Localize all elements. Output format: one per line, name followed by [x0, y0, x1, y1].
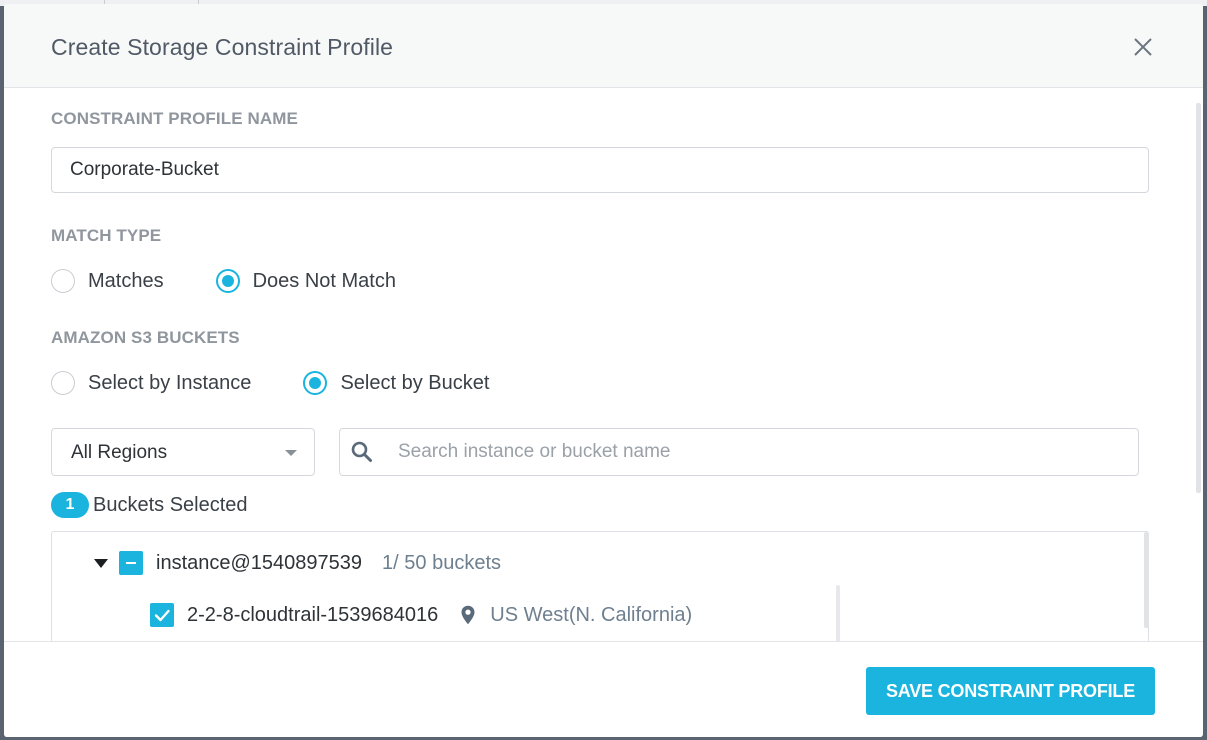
instance-bucket-count: 1/ 50 buckets — [382, 551, 501, 574]
radio-select-by-bucket[interactable]: Select by Bucket — [303, 371, 489, 395]
instance-name: instance@1540897539 — [156, 551, 363, 574]
tree-instance-row: instance@1540897539 1/ 50 buckets — [94, 550, 501, 576]
modal-footer: SAVE CONSTRAINT PROFILE — [4, 641, 1203, 737]
radio-checked-icon[interactable] — [303, 371, 328, 395]
create-profile-modal: Create Storage Constraint Profile CONSTR… — [4, 4, 1203, 737]
modal-body: CONSTRAINT PROFILE NAME MATCH TYPE Match… — [4, 88, 1203, 641]
region-dropdown[interactable]: All Regions — [51, 428, 315, 476]
checkbox-partial-icon[interactable] — [119, 551, 143, 575]
radio-select-by-instance[interactable]: Select by Instance — [51, 371, 251, 395]
selected-count-row: 1 Buckets Selected — [51, 492, 248, 518]
close-icon[interactable] — [1128, 32, 1158, 62]
inner-scrollbar[interactable] — [836, 585, 840, 641]
bucket-tree: instance@1540897539 1/ 50 buckets 2-2-8-… — [51, 531, 1149, 641]
profile-name-input[interactable] — [51, 147, 1149, 193]
bucket-region: US West(N. California) — [490, 603, 693, 626]
expand-triangle-icon[interactable] — [94, 558, 108, 568]
radio-select-by-bucket-label: Select by Bucket — [340, 371, 490, 394]
location-pin-icon — [461, 605, 475, 625]
search-box[interactable] — [339, 428, 1139, 476]
checkbox-checked-icon[interactable] — [150, 603, 174, 627]
save-constraint-profile-button[interactable]: SAVE CONSTRAINT PROFILE — [866, 667, 1155, 715]
bucket-name: 2-2-8-cloudtrail-1539684016 — [187, 603, 439, 626]
radio-checked-icon[interactable] — [215, 269, 240, 293]
radio-select-by-instance-label: Select by Instance — [88, 371, 252, 394]
region-dropdown-value: All Regions — [71, 442, 168, 463]
profile-name-label: CONSTRAINT PROFILE NAME — [51, 109, 298, 128]
search-input[interactable] — [398, 439, 1118, 465]
search-icon — [351, 441, 372, 462]
radio-does-not-match-label: Does Not Match — [252, 269, 396, 292]
modal-header: Create Storage Constraint Profile — [4, 4, 1203, 88]
radio-matches-label: Matches — [88, 269, 164, 292]
selected-count-label: Buckets Selected — [93, 493, 248, 516]
select-mode-group: Select by Instance Select by Bucket — [51, 369, 489, 397]
modal-scrollbar[interactable] — [1196, 103, 1201, 493]
buckets-section-label: AMAZON S3 BUCKETS — [51, 328, 240, 347]
radio-unchecked-icon[interactable] — [51, 269, 75, 293]
radio-unchecked-icon[interactable] — [51, 371, 75, 395]
modal-title: Create Storage Constraint Profile — [51, 34, 394, 60]
chevron-down-icon — [285, 450, 297, 456]
radio-matches[interactable]: Matches — [51, 269, 164, 293]
match-type-label: MATCH TYPE — [51, 226, 162, 245]
match-type-group: Matches Does Not Match — [51, 267, 396, 295]
radio-does-not-match[interactable]: Does Not Match — [215, 269, 396, 293]
tree-scrollbar[interactable] — [1144, 532, 1149, 628]
tree-bucket-row: 2-2-8-cloudtrail-1539684016 US West(N. C… — [150, 602, 692, 628]
selected-count-badge: 1 — [51, 492, 89, 518]
